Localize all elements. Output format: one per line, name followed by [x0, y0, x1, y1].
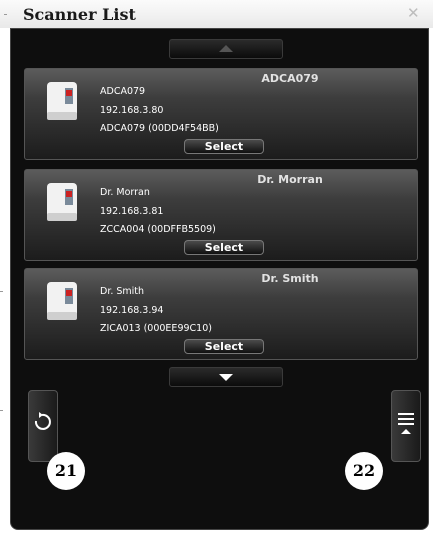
scanner-model: ADCA079 (00DD4F54BB)	[100, 123, 219, 134]
scanner-heading: Dr. Smith	[261, 272, 319, 285]
menu-button[interactable]	[391, 390, 421, 462]
scanner-heading: Dr. Morran	[257, 173, 323, 186]
scanner-ip: 192.168.3.80	[100, 105, 164, 116]
scanner-name: ADCA079	[100, 86, 146, 97]
scanner-card: Dr. Morran Dr. Morran 192.168.3.81 ZCCA0…	[24, 169, 418, 261]
scanner-device-icon	[47, 282, 77, 320]
scroll-down-button[interactable]	[169, 367, 283, 387]
scanner-list-panel: ADCA079 ADCA079 192.168.3.80 ADCA079 (00…	[10, 28, 429, 530]
scanner-name: Dr. Morran	[100, 187, 150, 198]
edge-tick	[0, 410, 3, 411]
select-button[interactable]: Select	[184, 139, 264, 154]
callout-badge-right: 22	[345, 452, 383, 490]
scanner-card: Dr. Smith Dr. Smith 192.168.3.94 ZICA013…	[24, 268, 418, 360]
callout-badge-left: 21	[47, 452, 85, 490]
refresh-icon	[34, 412, 51, 430]
edge-tick	[4, 14, 7, 15]
scanner-model: ZCCA004 (00DFFB5509)	[100, 224, 216, 235]
window-title: Scanner List	[23, 5, 136, 24]
edge-tick	[0, 291, 3, 292]
scanner-ip: 192.168.3.94	[100, 305, 164, 316]
scanner-model: ZICA013 (000EE99C10)	[100, 323, 212, 334]
refresh-button[interactable]	[28, 390, 58, 462]
scanner-card: ADCA079 ADCA079 192.168.3.80 ADCA079 (00…	[24, 68, 418, 160]
scanner-name: Dr. Smith	[100, 286, 145, 297]
close-x-icon[interactable]: ✕	[407, 4, 420, 22]
menu-icon	[398, 413, 414, 434]
scanner-device-icon	[47, 183, 77, 221]
triangle-up-icon	[219, 45, 233, 52]
scanner-heading: ADCA079	[261, 72, 319, 85]
select-button[interactable]: Select	[184, 240, 264, 255]
scanner-device-icon	[47, 82, 77, 120]
scanner-ip: 192.168.3.81	[100, 206, 164, 217]
title-bar: Scanner List ✕	[0, 0, 433, 28]
triangle-down-icon	[219, 374, 233, 381]
select-button[interactable]: Select	[184, 339, 264, 354]
scroll-up-button[interactable]	[169, 39, 283, 59]
